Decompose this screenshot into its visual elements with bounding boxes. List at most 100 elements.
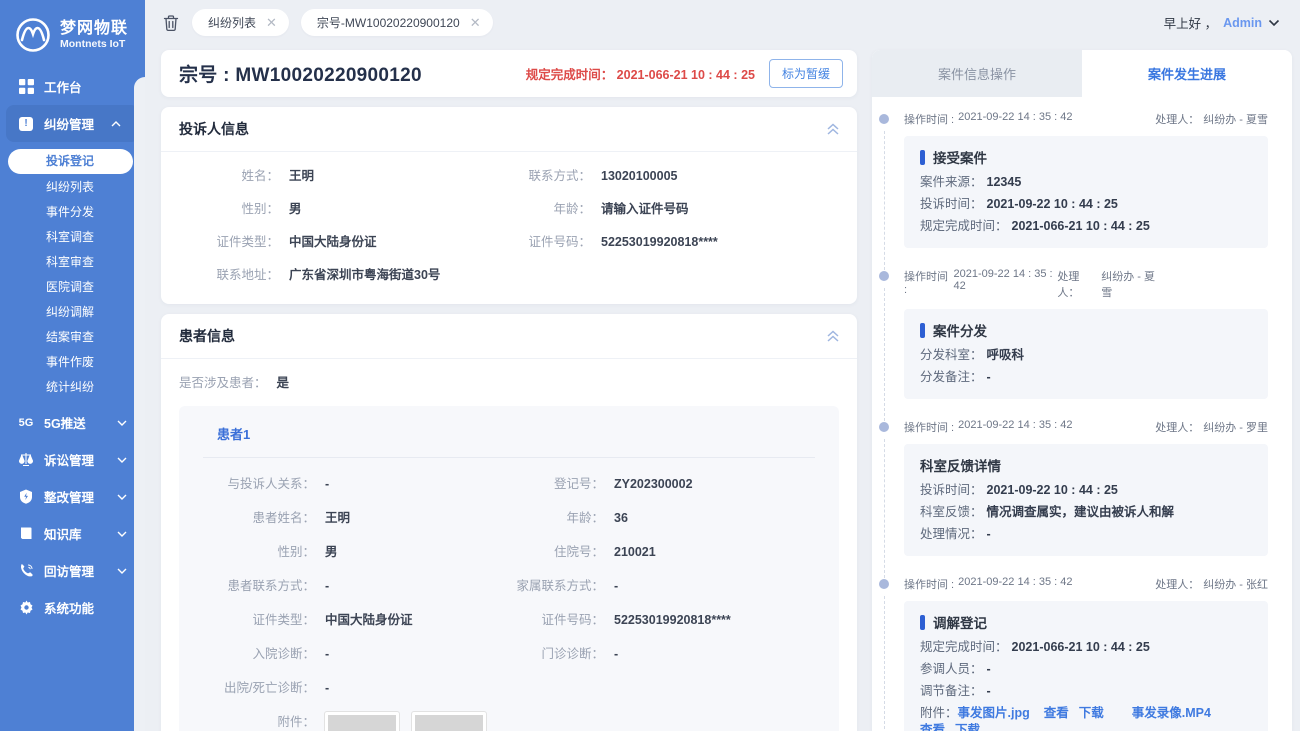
attachment-thumbnail[interactable] [412, 712, 486, 731]
scales-icon [18, 452, 34, 468]
field-name: 姓名：王明 [179, 166, 509, 187]
timeline-connector [884, 288, 885, 421]
field-hospital-no: 住院号：210021 [509, 542, 815, 563]
sidebar-item-followup-management[interactable]: 回访管理 [0, 552, 145, 589]
chevron-down-icon [117, 531, 127, 537]
sidebar-item-case-close-review[interactable]: 结案审查 [0, 325, 145, 350]
close-icon[interactable]: ✕ [470, 16, 481, 29]
field-admission-diagnosis: 入院诊断：- [203, 644, 509, 665]
open-tab-case[interactable]: 宗号-MW10020220900120 ✕ [301, 9, 493, 36]
sidebar-item-dispute-management[interactable]: ! 纠纷管理 [6, 105, 139, 142]
sidebar-item-litigation-management[interactable]: 诉讼管理 [0, 441, 145, 478]
title-bar-icon [920, 150, 925, 165]
montnets-logo-icon [14, 16, 52, 54]
view-link[interactable]: 查看 [920, 722, 945, 731]
title-bar-icon [920, 323, 925, 338]
timeline-entry: 操作时间 :2021-09-22 14 : 35 : 42 处理人：纠纷办 - … [880, 111, 1268, 248]
attachment-file-link[interactable]: 事发录像.MP4 [1132, 705, 1211, 722]
sidebar-item-label: 工作台 [44, 77, 82, 96]
tab-case-progress[interactable]: 案件发生进展 [1082, 50, 1292, 97]
deadline-text: 规定完成时间： 2021-066-21 10 : 44 : 25 [526, 64, 755, 83]
timeline-dot [879, 114, 889, 124]
patient-attachments: 附件： [203, 712, 815, 731]
collapse-double-chevron-icon[interactable] [825, 329, 841, 343]
chevron-down-icon[interactable] [1268, 19, 1280, 27]
sidebar-item-workbench[interactable]: 工作台 [0, 68, 145, 105]
timeline-entry: 操作时间 :2021-09-22 14 : 35 : 42 处理人：纠纷办 - … [880, 576, 1268, 731]
field-address: 联系地址：广东省深圳市粤海街道30号 [179, 265, 509, 286]
download-link[interactable]: 下载 [955, 722, 980, 731]
sidebar-item-dept-investigation[interactable]: 科室调查 [0, 225, 145, 250]
card-title: 科室反馈详情 [920, 455, 1001, 475]
app-logo: 梦网物联 Montnets IoT [0, 0, 145, 68]
timeline-entry: 操作时间 :2021-09-22 14 : 35 : 42 处理人：纠纷办 - … [880, 419, 1268, 556]
field-id-number: 证件号码：52253019920818**** [509, 232, 839, 253]
field-family-contact: 家属联系方式：- [509, 576, 815, 597]
content-corner-strip [134, 77, 145, 731]
sidebar-item-5g-push[interactable]: 5G 5G推送 [0, 404, 145, 441]
user-menu[interactable]: Admin [1223, 16, 1262, 30]
sidebar: 梦网物联 Montnets IoT 工作台 ! 纠纷管理 投诉登记 纠纷列表 事… [0, 0, 145, 731]
logo-title: 梦网物联 [60, 20, 128, 38]
sidebar-item-rectification-management[interactable]: 整改管理 [0, 478, 145, 515]
attachment-file-link[interactable]: 事发图片.jpg [958, 705, 1030, 722]
field-relation: 与投诉人关系：- [203, 474, 509, 495]
sidebar-item-dispute-list[interactable]: 纠纷列表 [0, 175, 145, 200]
sidebar-item-hospital-investigation[interactable]: 医院调查 [0, 275, 145, 300]
card-title: 调解登记 [933, 612, 987, 632]
phone-icon [18, 563, 34, 579]
attachment-thumbnail[interactable] [325, 712, 399, 731]
timeline-connector [884, 439, 885, 578]
download-link[interactable]: 下载 [1079, 705, 1104, 722]
field-patient-id-number: 证件号码：52253019920818**** [509, 610, 815, 631]
chevron-down-icon [117, 494, 127, 500]
sidebar-item-event-dispatch[interactable]: 事件分发 [0, 200, 145, 225]
shield-icon [18, 489, 34, 505]
sidebar-item-event-void[interactable]: 事件作废 [0, 350, 145, 375]
sidebar-item-label: 整改管理 [44, 487, 94, 506]
field-discharge-diagnosis: 出院/死亡诊断：- [203, 678, 509, 699]
sidebar-item-label: 系统功能 [44, 598, 94, 617]
greeting-text: 早上好 ， [1164, 13, 1217, 32]
sidebar-item-complaint-register[interactable]: 投诉登记 [8, 149, 133, 174]
content: 宗号 : MW10020220900120 规定完成时间： 2021-066-2… [145, 45, 1300, 731]
topbar: 纠纷列表 ✕ 宗号-MW10020220900120 ✕ 早上好 ， Admin [145, 0, 1300, 45]
timeline: 操作时间 :2021-09-22 14 : 35 : 42 处理人：纠纷办 - … [872, 97, 1292, 731]
field-id-type: 证件类型：中国大陆身份证 [179, 232, 509, 253]
close-icon[interactable]: ✕ [266, 16, 277, 29]
5g-icon: 5G [18, 415, 34, 431]
sidebar-item-label: 诉讼管理 [44, 450, 94, 469]
tab-label: 宗号-MW10020220900120 [317, 14, 460, 31]
field-outpatient-diagnosis: 门诊诊断：- [509, 644, 815, 665]
book-icon [18, 526, 34, 542]
field-register-no: 登记号：ZY202300002 [509, 474, 815, 495]
chevron-down-icon [117, 420, 127, 426]
field-gender: 性别：男 [179, 199, 509, 220]
patient-panel-title: 患者信息 [179, 326, 235, 346]
timeline-dot [879, 271, 889, 281]
sidebar-item-dept-review[interactable]: 科室审查 [0, 250, 145, 275]
sidebar-item-dispute-statistics[interactable]: 统计纠纷 [0, 375, 145, 400]
view-link[interactable]: 查看 [1044, 705, 1069, 722]
card-attachments: 附件： 事发图片.jpg 查看 下载 事发录像.MP4 查看 下载 [920, 705, 1252, 731]
timeline-dot [879, 579, 889, 589]
open-tab-dispute-list[interactable]: 纠纷列表 ✕ [192, 9, 289, 36]
trash-icon[interactable] [162, 14, 180, 32]
timeline-card: 调解登记 规定完成时间：2021-066-21 10 : 44 : 25 参调人… [904, 601, 1268, 731]
progress-tabs: 案件信息操作 案件发生进展 [872, 50, 1292, 97]
sidebar-item-label: 回访管理 [44, 561, 94, 580]
field-patient-contact: 患者联系方式：- [203, 576, 509, 597]
case-header-panel: 宗号 : MW10020220900120 规定完成时间： 2021-066-2… [161, 50, 857, 97]
collapse-double-chevron-icon[interactable] [825, 122, 841, 136]
timeline-dot [879, 422, 889, 432]
grid-icon [18, 79, 34, 95]
tab-case-info-actions[interactable]: 案件信息操作 [872, 50, 1082, 97]
complainant-panel: 投诉人信息 姓名：王明 联系方式：13020100005 [161, 107, 857, 304]
sidebar-item-knowledge-base[interactable]: 知识库 [0, 515, 145, 552]
sidebar-item-dispute-mediation[interactable]: 纠纷调解 [0, 300, 145, 325]
sidebar-item-label: 纠纷管理 [44, 114, 94, 133]
case-number-title: 宗号 : MW10020220900120 [179, 60, 422, 87]
mark-hold-button[interactable]: 标为暂缓 [769, 59, 843, 88]
sidebar-item-system-functions[interactable]: 系统功能 [0, 589, 145, 626]
case-progress-panel: 案件信息操作 案件发生进展 操作时间 :2021-09-22 14 : 35 :… [872, 50, 1292, 731]
